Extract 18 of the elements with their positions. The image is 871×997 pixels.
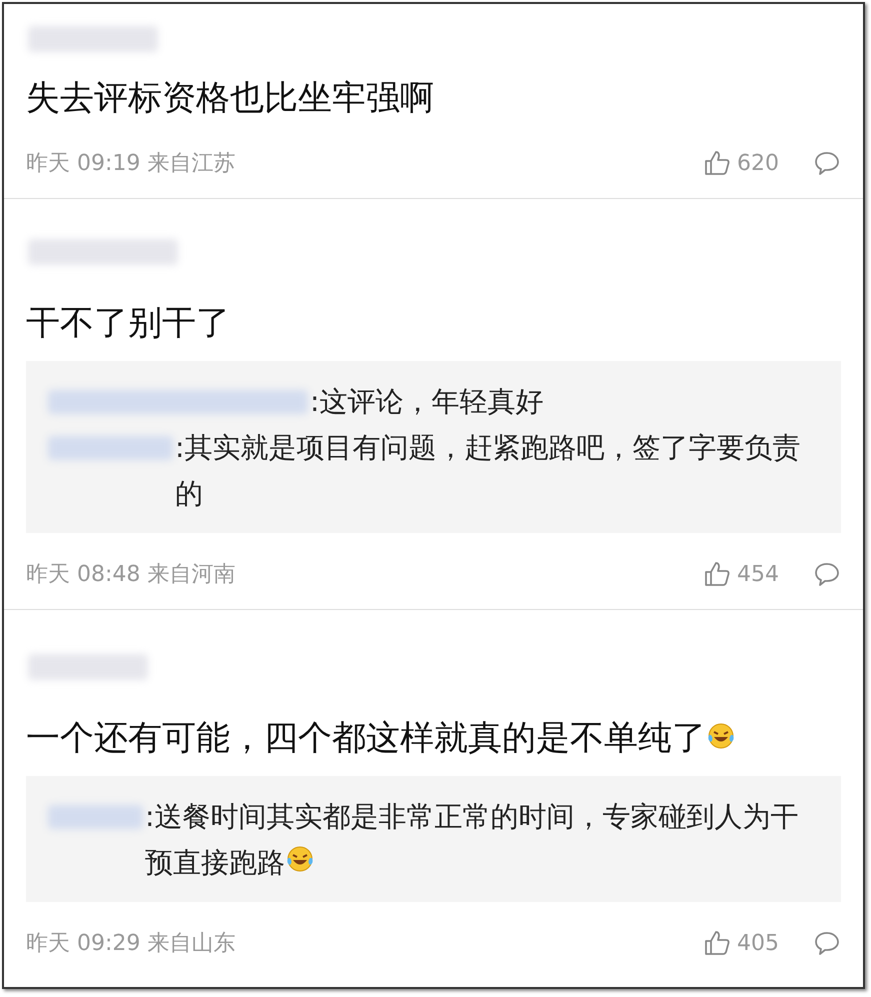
thumbs-up-icon[interactable] bbox=[703, 149, 731, 177]
comment-icon[interactable] bbox=[813, 929, 841, 957]
comment-meta: 昨天 09:19 来自江苏 bbox=[26, 150, 236, 178]
comment-meta: 昨天 08:48 来自河南 bbox=[26, 561, 236, 589]
comment-icon[interactable] bbox=[813, 149, 841, 177]
reply-text: :其实就是项目有问题，赶紧跑路吧，签了字要负责的 bbox=[175, 430, 802, 512]
like-count: 620 bbox=[737, 150, 779, 176]
comment-meta: 昨天 09:29 来自山东 bbox=[26, 930, 236, 958]
reply-text: :送餐时间其实都是非常正常的时间，专家碰到人为干预直接跑路 bbox=[145, 799, 800, 881]
thumbs-up-icon[interactable] bbox=[703, 560, 731, 588]
reply-text: :这评论，年轻真好 bbox=[310, 384, 544, 420]
thumbs-up-icon[interactable] bbox=[703, 929, 731, 957]
comment-text: 失去评标资格也比坐牢强啊 bbox=[26, 77, 435, 120]
comment-text: 一个还有可能，四个都这样就真的是不单纯了 bbox=[26, 714, 841, 762]
like-count: 405 bbox=[737, 930, 779, 956]
comment-text: 干不了别干了 bbox=[26, 302, 231, 345]
like-count: 454 bbox=[737, 562, 779, 586]
comment-icon[interactable] bbox=[813, 560, 841, 588]
